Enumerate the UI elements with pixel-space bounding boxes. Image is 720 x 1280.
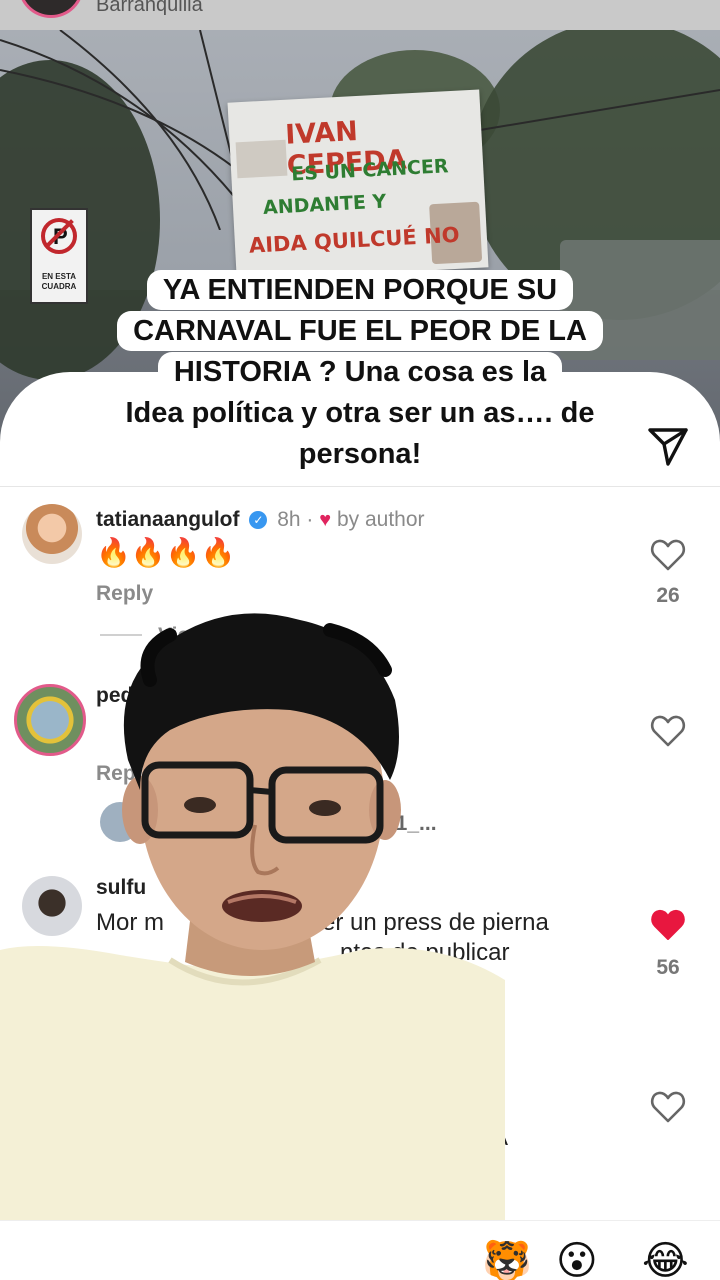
like-count: 56: [656, 956, 680, 979]
like-heart-icon[interactable]: [650, 1090, 686, 1124]
author-like-label: by author: [336, 508, 425, 531]
comment-time: 8h: [277, 508, 301, 531]
comment-text: 🔥🔥🔥🔥: [96, 537, 236, 568]
comment-username[interactable]: tatianaangulof: [96, 508, 240, 531]
author-like-heart-icon: ♥: [319, 509, 332, 531]
surprised-emoji-button[interactable]: 😮: [556, 1238, 598, 1280]
like-heart-icon[interactable]: [650, 714, 686, 748]
like-count: 26: [656, 584, 680, 607]
protest-poster: IVAN CEPEDA ES UN CANCER ANDANTE Y AIDA …: [227, 89, 489, 281]
story-avatar[interactable]: [18, 0, 84, 18]
no-parking-text: EN ESTA CUADRA: [41, 272, 77, 291]
share-send-icon[interactable]: [644, 422, 692, 470]
comment-avatar[interactable]: [22, 504, 82, 564]
top-bar: Barranquilla: [0, 0, 720, 30]
liked-heart-icon[interactable]: [650, 908, 686, 942]
emoji-reaction-bar: [0, 1220, 720, 1280]
video-caption: YA ENTIENDEN PORQUE SU CARNAVAL FUE EL P…: [90, 270, 630, 475]
reply-button[interactable]: Reply: [96, 582, 153, 606]
poster-photo-left: [235, 139, 288, 179]
reactor-person-overlay: [0, 613, 505, 1280]
comment-header: tatianaangulof ✓ 8h · ♥ by author: [96, 508, 425, 531]
caption-line-3: HISTORIA ? Una cosa es la: [157, 352, 563, 392]
location-label[interactable]: Barranquilla: [96, 0, 203, 17]
like-heart-icon[interactable]: [650, 538, 686, 572]
tiger-emoji-button[interactable]: 🐯: [482, 1238, 532, 1280]
caption-line-2: CARNAVAL FUE EL PEOR DE LA: [117, 311, 603, 351]
no-parking-sign: EN ESTA CUADRA: [30, 208, 88, 304]
caption-line-5: persona!: [282, 434, 438, 474]
caption-line-1: YA ENTIENDEN PORQUE SU: [146, 270, 574, 310]
caption-line-4: Idea política y otra ser un as…. de: [109, 393, 611, 433]
verified-badge-icon: ✓: [249, 511, 268, 529]
laughing-emoji-button[interactable]: 😂: [642, 1238, 689, 1280]
sheet-divider: [0, 486, 720, 487]
